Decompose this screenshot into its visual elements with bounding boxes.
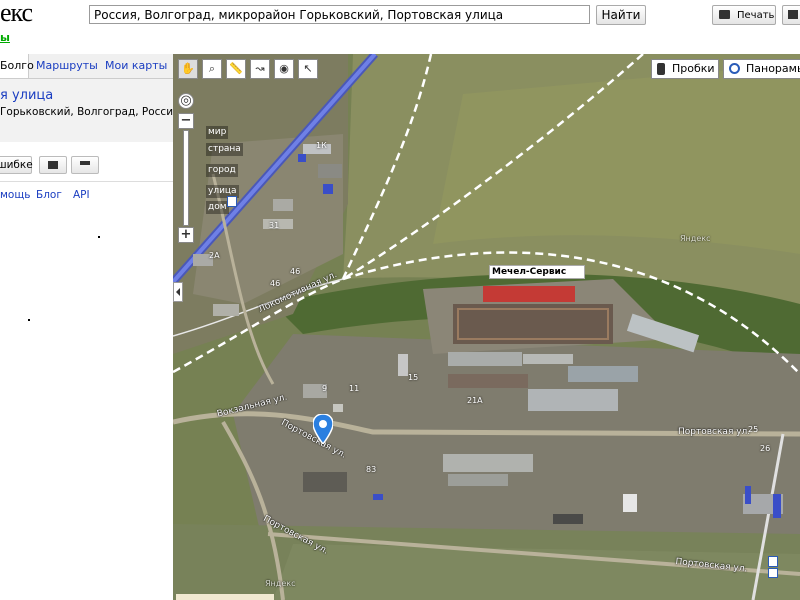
tab-routes[interactable]: Маршруты	[36, 54, 98, 78]
route-icon: ↝	[255, 62, 265, 75]
hand-tool[interactable]: ✋	[178, 59, 198, 79]
location-pin-icon[interactable]	[313, 414, 333, 444]
bus-stop-icon[interactable]	[768, 568, 778, 578]
logo-sub-link[interactable]: ы	[0, 31, 10, 44]
panorama-button[interactable]: Панорамы	[723, 59, 800, 79]
dot	[98, 236, 100, 238]
zoom-level-country[interactable]: страна	[206, 143, 243, 156]
magnifier-icon: ⌕	[208, 62, 216, 75]
poi-label[interactable]: Мечел-Сервис	[489, 265, 585, 279]
result-title-link[interactable]: я улица	[0, 88, 53, 103]
zoom-tool[interactable]: ⌕	[202, 59, 222, 79]
api-link[interactable]: API	[73, 189, 90, 201]
pin-icon	[80, 161, 90, 165]
house-number: 83	[366, 465, 377, 474]
panorama-icon	[729, 63, 740, 74]
collapse-panel-button[interactable]	[173, 282, 183, 302]
house-number: 15	[408, 373, 419, 382]
traffic-button[interactable]: Пробки	[651, 59, 719, 79]
locate-button[interactable]: ◎	[178, 93, 194, 109]
plus-icon: +	[180, 227, 192, 242]
camera-tool[interactable]: ◉	[274, 59, 294, 79]
ruler-icon: 📏	[229, 62, 243, 75]
result-address: Горьковский, Волгоград, Россия	[0, 106, 180, 118]
printer-icon	[48, 161, 58, 169]
bus-stop-icon[interactable]	[227, 196, 237, 207]
report-error-button[interactable]: шибке	[0, 156, 33, 174]
print-result-button[interactable]	[39, 156, 67, 174]
yandex-logo[interactable]: екс	[0, 0, 33, 28]
house-number: 25	[748, 425, 759, 434]
panorama-label: Панорамы	[746, 62, 800, 75]
select-tool[interactable]: ↖	[298, 59, 318, 79]
traffic-light-icon	[657, 63, 665, 75]
bus-stop-icon[interactable]	[768, 556, 778, 567]
tab-my-maps[interactable]: Мои карты	[105, 54, 167, 78]
print-alt-icon	[788, 10, 798, 19]
camera-icon: ◉	[279, 62, 289, 75]
tool-button[interactable]	[71, 156, 99, 174]
house-number: 2А	[209, 251, 220, 260]
zoom-level-world[interactable]: мир	[206, 126, 229, 139]
house-number: 46	[270, 279, 281, 288]
ruler-tool[interactable]: 📏	[226, 59, 246, 79]
find-button[interactable]: Найти	[596, 5, 646, 25]
house-number: 26	[760, 444, 771, 453]
help-link[interactable]: мощь	[0, 189, 30, 201]
zoom-in-button[interactable]: +	[178, 227, 194, 243]
scale-bar	[176, 594, 274, 600]
print-label: Печать	[737, 10, 775, 21]
printer-icon	[719, 10, 730, 19]
house-number: 31	[269, 221, 280, 230]
traffic-label: Пробки	[672, 62, 715, 75]
house-number: 46	[290, 267, 301, 276]
blog-link[interactable]: Блог	[36, 189, 62, 201]
house-number: 21А	[467, 396, 483, 405]
zoom-level-house[interactable]: дом	[206, 201, 229, 214]
zoom-level-city[interactable]: город	[206, 164, 238, 177]
zoom-out-button[interactable]: −	[178, 113, 194, 129]
house-number: 1К	[316, 141, 327, 150]
hand-icon: ✋	[181, 62, 195, 75]
watermark: Яндекс	[680, 234, 711, 243]
tab-city[interactable]: Болго	[0, 54, 34, 78]
house-number: 9	[322, 384, 328, 393]
search-input[interactable]: Россия, Волгоград, микрорайон Горьковски…	[89, 5, 590, 24]
route-tool[interactable]: ↝	[250, 59, 270, 79]
dot	[28, 319, 30, 321]
zoom-slider[interactable]	[183, 130, 189, 226]
watermark: Яндекс	[265, 579, 296, 588]
house-number: 11	[349, 384, 360, 393]
print-button[interactable]: Печать	[712, 5, 776, 25]
street-label: Портовская ул.	[678, 427, 751, 437]
print-alt-button[interactable]	[782, 5, 800, 25]
target-icon: ◎	[180, 93, 192, 108]
minus-icon: −	[180, 113, 192, 128]
cursor-icon: ↖	[303, 62, 313, 75]
divider	[0, 181, 173, 182]
